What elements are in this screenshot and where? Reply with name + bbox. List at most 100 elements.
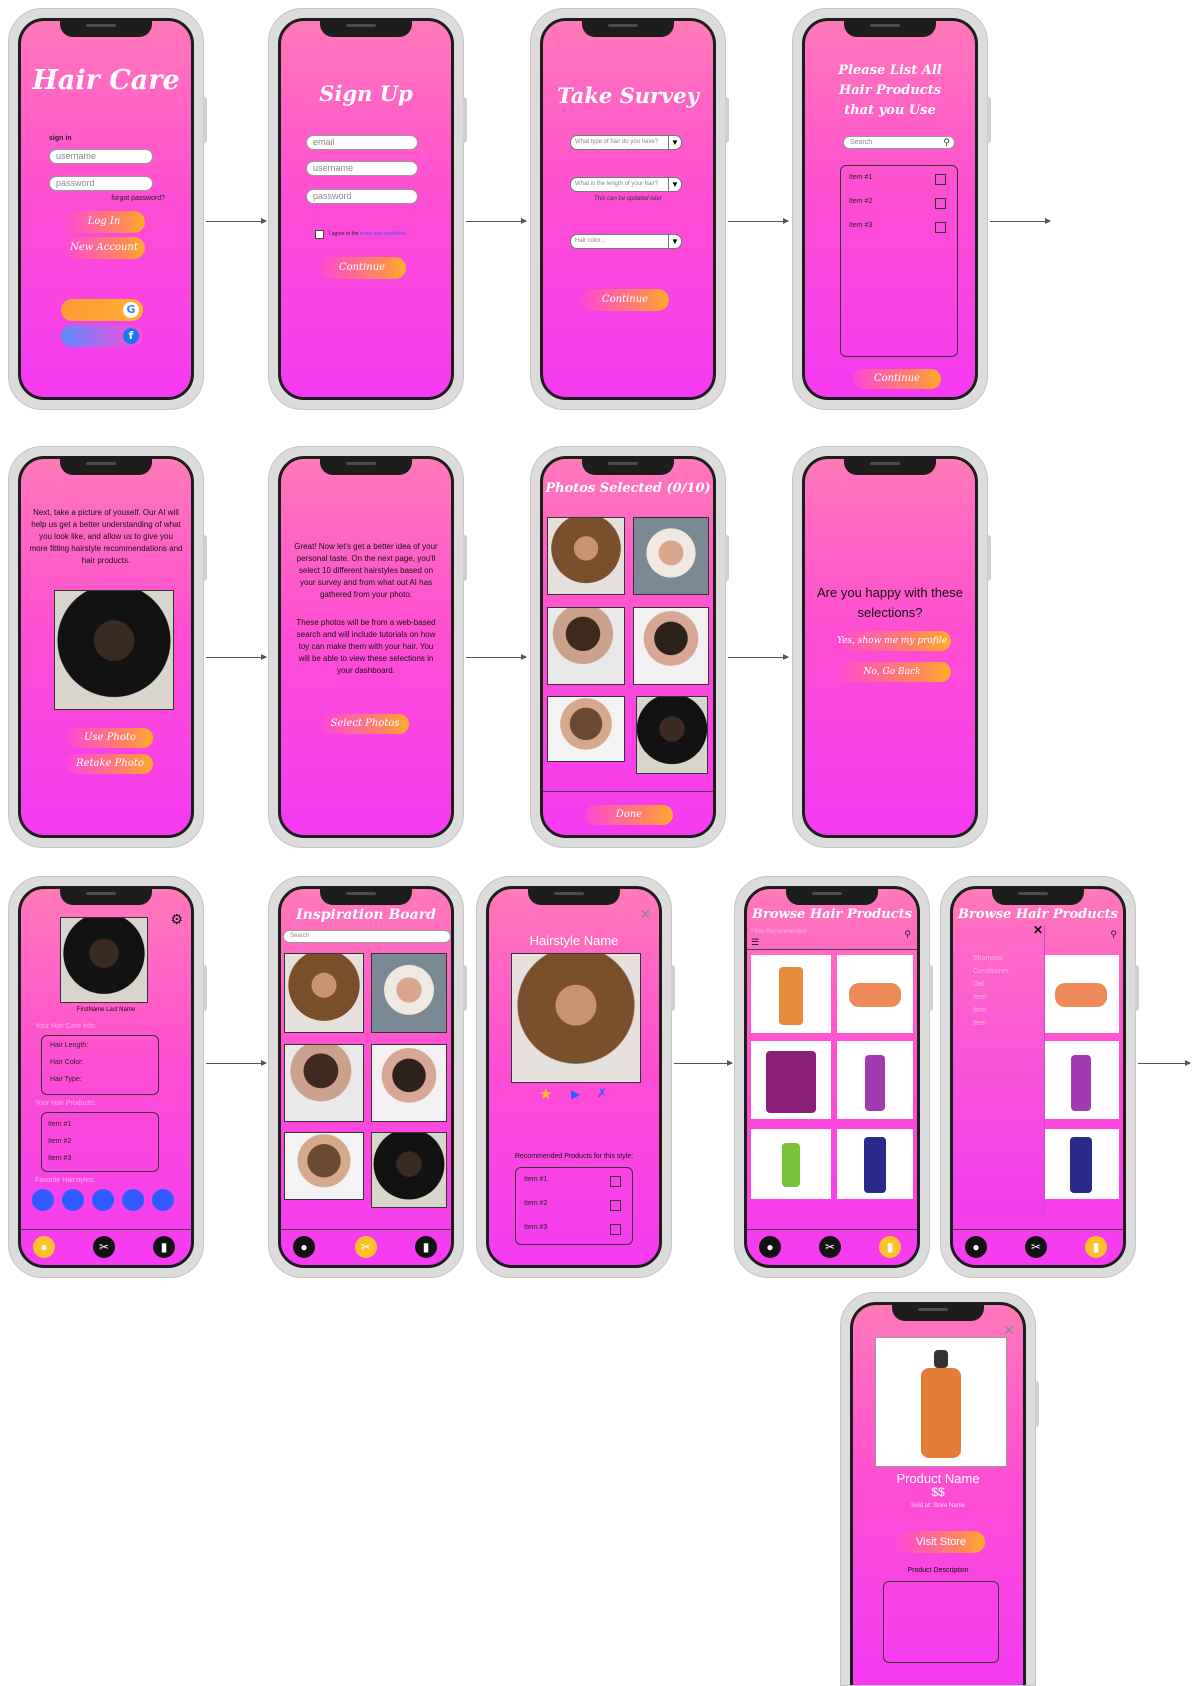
hairstyle-photo[interactable] — [636, 696, 708, 774]
username-input[interactable]: username — [306, 161, 418, 176]
password-input[interactable]: password — [49, 176, 153, 191]
hairstyle-photo[interactable] — [547, 517, 625, 595]
product-tile[interactable] — [751, 1129, 831, 1199]
product-tile[interactable] — [837, 1129, 913, 1199]
star-icon[interactable]: ★ — [539, 1085, 552, 1103]
bottle-nav-icon[interactable]: ▮ — [415, 1236, 437, 1258]
product-item-2-checkbox[interactable] — [935, 198, 946, 209]
forgot-password-link[interactable]: forgot password? — [111, 195, 165, 202]
product-list-continue-button[interactable]: Continue — [853, 369, 941, 389]
inspiration-photo[interactable] — [371, 953, 447, 1033]
email-input[interactable]: email — [306, 135, 418, 150]
favorite-hairstyle[interactable] — [152, 1189, 174, 1211]
google-login-button[interactable]: G — [61, 299, 143, 321]
terms-checkbox[interactable] — [315, 230, 324, 239]
password-input[interactable]: password — [306, 189, 418, 204]
hairstyle-photo[interactable] — [547, 607, 625, 685]
phone-inspiration: Inspiration Board Search ● ✂ ▮ — [268, 876, 467, 1278]
scissors-nav-icon[interactable]: ✂ — [819, 1236, 841, 1258]
no-go-back-button[interactable]: No, Go Back — [833, 662, 951, 682]
select-photos-button[interactable]: Select Photos — [321, 714, 409, 734]
search-icon[interactable]: ⚲ — [1110, 929, 1117, 940]
inspiration-photo[interactable] — [284, 1044, 364, 1122]
bottle-nav-icon[interactable]: ▮ — [1085, 1236, 1107, 1258]
yes-show-profile-button[interactable]: Yes, show me my profile — [833, 631, 951, 651]
signup-continue-button[interactable]: Continue — [318, 257, 406, 279]
product-item-1-checkbox[interactable] — [935, 174, 946, 185]
scissors-nav-icon[interactable]: ✂ — [355, 1236, 377, 1258]
login-button[interactable]: Log In — [63, 211, 145, 233]
profile-nav-icon[interactable]: ● — [759, 1236, 781, 1258]
inspiration-photo[interactable] — [371, 1044, 447, 1122]
menu-item[interactable]: Item — [973, 994, 987, 1001]
profile-nav-icon[interactable]: ● — [293, 1236, 315, 1258]
username-input[interactable]: username — [49, 149, 153, 164]
hairstyle-photo[interactable] — [633, 517, 709, 595]
close-drawer-icon[interactable]: ✕ — [1033, 923, 1043, 937]
inspiration-photo[interactable] — [371, 1132, 447, 1208]
product-item-3-checkbox[interactable] — [935, 222, 946, 233]
share-icon[interactable]: ✗ — [597, 1086, 607, 1100]
menu-item-gel[interactable]: Gel — [973, 981, 984, 988]
search-icon[interactable]: ⚲ — [904, 929, 911, 940]
recommended-item-3-checkbox[interactable] — [610, 1224, 621, 1235]
product-list-title-2: Hair Products — [838, 83, 942, 98]
notch — [582, 459, 674, 475]
hair-length-select[interactable]: What is the length of your hair? ▼ — [570, 177, 682, 192]
profile-nav-icon[interactable]: ● — [33, 1236, 55, 1258]
product-list-title-3: that you Use — [844, 103, 936, 118]
menu-item[interactable]: Item — [973, 1007, 987, 1014]
filter-label[interactable]: Filter Recommended — [751, 929, 807, 935]
hairstyle-photo[interactable] — [547, 696, 625, 762]
retake-photo-button[interactable]: Retake Photo — [67, 754, 153, 774]
favorite-hairstyle[interactable] — [32, 1189, 54, 1211]
product-tile[interactable] — [751, 955, 831, 1033]
scissors-nav-icon[interactable]: ✂ — [1025, 1236, 1047, 1258]
product-tile[interactable] — [1043, 955, 1119, 1033]
gear-icon[interactable]: ⚙ — [170, 911, 183, 928]
hair-color-select[interactable]: Hair color... ▼ — [570, 234, 682, 249]
play-icon[interactable]: ▶ — [571, 1087, 580, 1101]
hairstyle-main-photo — [511, 953, 641, 1083]
notch — [528, 889, 620, 905]
survey-continue-button[interactable]: Continue — [581, 289, 669, 311]
use-photo-button[interactable]: Use Photo — [67, 728, 153, 748]
favorite-hairstyle[interactable] — [62, 1189, 84, 1211]
product-item-2: Item #2 — [849, 198, 873, 205]
visit-store-button[interactable]: Visit Store — [897, 1531, 985, 1553]
product-list-title-1: Please List All — [838, 63, 942, 78]
menu-item-shampoo[interactable]: Shampoo — [973, 955, 1003, 962]
bottle-nav-icon[interactable]: ▮ — [153, 1236, 175, 1258]
menu-icon[interactable]: ☰ — [751, 937, 759, 948]
recommended-item-1-checkbox[interactable] — [610, 1176, 621, 1187]
profile-product-2: Item #2 — [48, 1138, 72, 1145]
scissors-nav-icon[interactable]: ✂ — [93, 1236, 115, 1258]
new-account-button[interactable]: New Account — [63, 237, 145, 259]
close-icon[interactable]: ✕ — [639, 907, 651, 923]
favorite-hairstyle[interactable] — [122, 1189, 144, 1211]
recommended-item-2-checkbox[interactable] — [610, 1200, 621, 1211]
bottle-nav-icon[interactable]: ▮ — [879, 1236, 901, 1258]
screen-signup: Sign Up email username password I agree … — [278, 18, 454, 400]
profile-nav-icon[interactable]: ● — [965, 1236, 987, 1258]
product-tile[interactable] — [751, 1041, 831, 1119]
product-tile[interactable] — [837, 955, 913, 1033]
facebook-login-button[interactable]: f — [61, 325, 143, 347]
product-tile[interactable] — [837, 1041, 913, 1119]
signup-title: Sign Up — [319, 81, 413, 106]
phone-take-picture: Next, take a picture of youself. Our AI … — [8, 446, 207, 848]
product-tile[interactable] — [1043, 1129, 1119, 1199]
inspiration-photo[interactable] — [284, 953, 364, 1033]
inspiration-photo[interactable] — [284, 1132, 364, 1200]
hair-type-select[interactable]: What type of hair do you have? ▼ — [570, 135, 682, 150]
terms-link[interactable]: terms and conditions — [360, 231, 406, 237]
inspiration-search-input[interactable]: Search — [283, 930, 451, 943]
menu-item-conditioner[interactable]: Conditioner — [973, 968, 1009, 975]
menu-item[interactable]: Item — [973, 1020, 987, 1027]
done-button[interactable]: Done — [585, 805, 673, 825]
favorite-hairstyle[interactable] — [92, 1189, 114, 1211]
product-tile[interactable] — [1043, 1041, 1119, 1119]
browse-title: Browse Hair Products — [958, 907, 1118, 922]
product-search-input[interactable]: Search ⚲ — [843, 136, 955, 149]
hairstyle-photo[interactable] — [633, 607, 709, 685]
